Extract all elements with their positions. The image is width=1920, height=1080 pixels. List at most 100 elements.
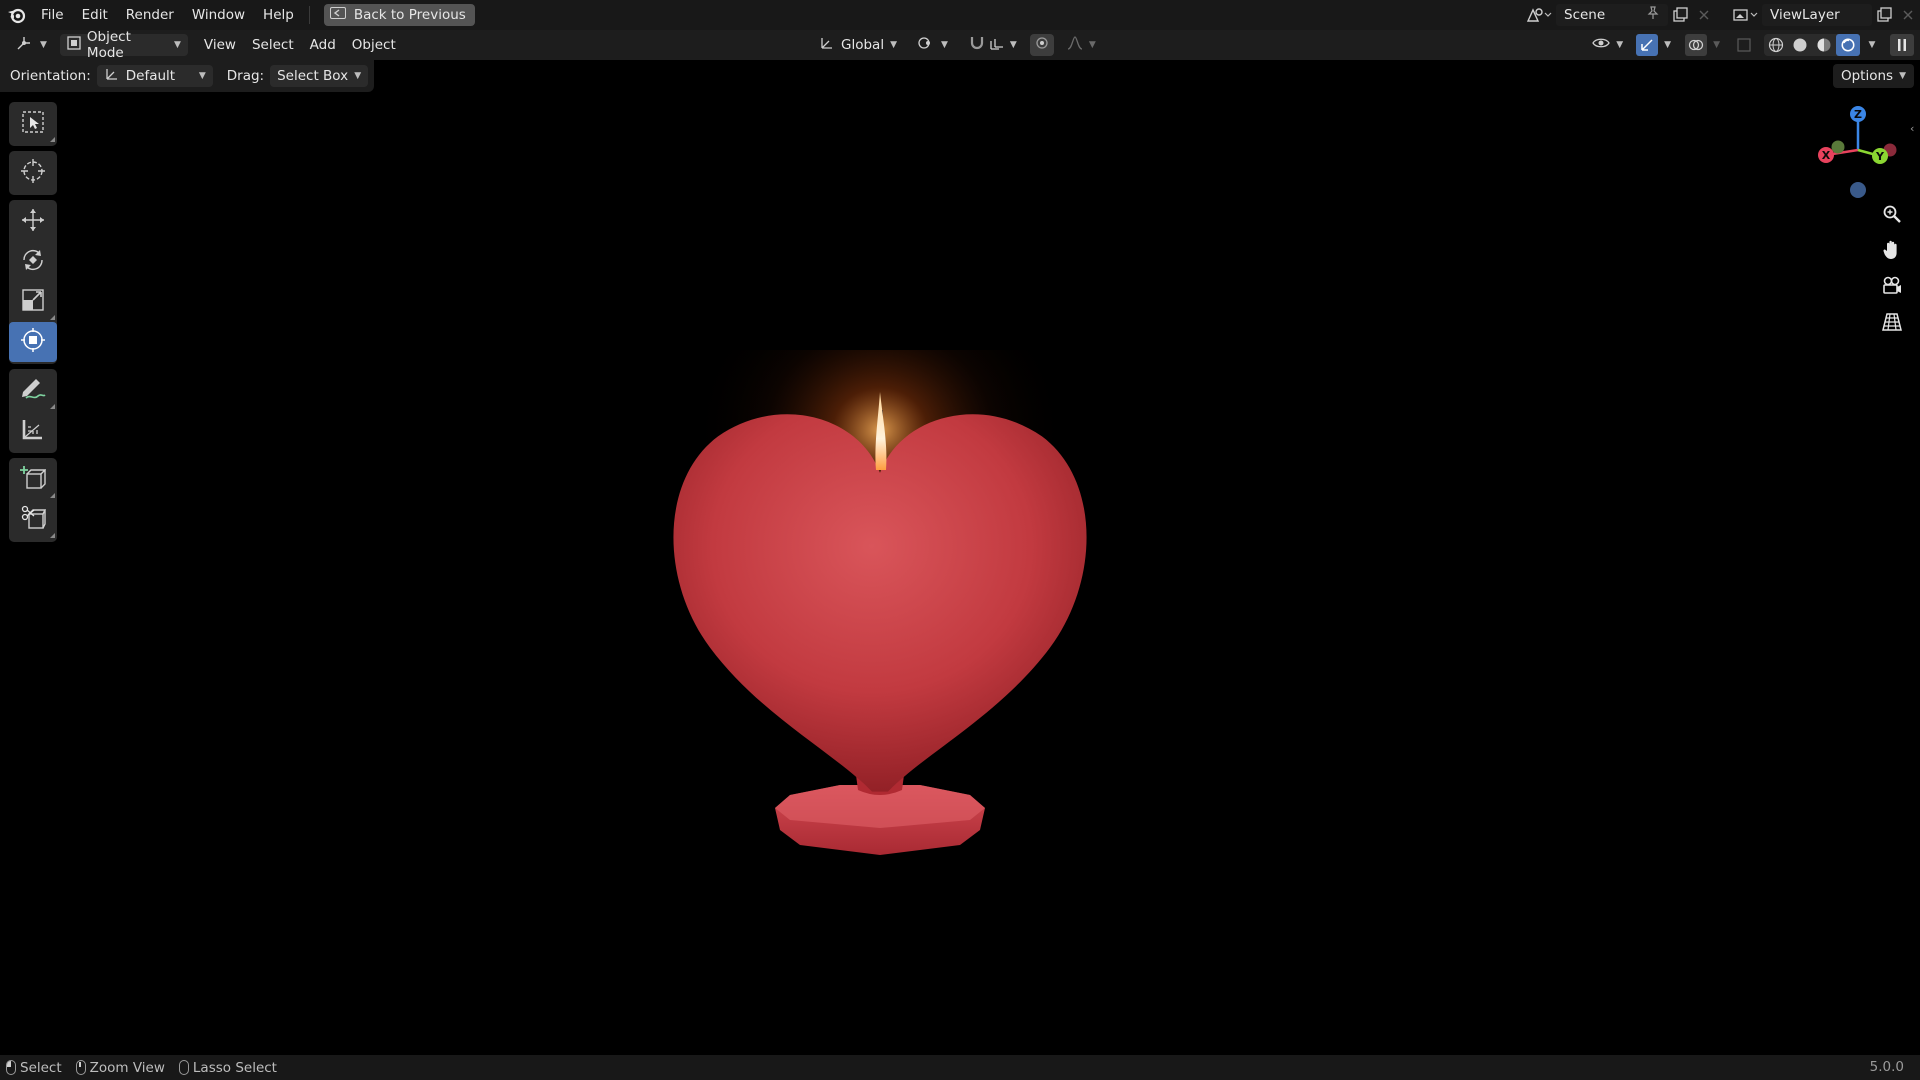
select-box-tool[interactable]: [9, 104, 57, 144]
wireframe-shading-icon[interactable]: [1764, 34, 1788, 56]
proportional-editing-toggle[interactable]: [1029, 34, 1054, 56]
editor-type-dropdown[interactable]: ▼: [9, 34, 54, 56]
blender-logo-icon[interactable]: [2, 0, 32, 30]
zoom-view-button[interactable]: [1876, 200, 1908, 232]
menu-render[interactable]: Render: [117, 0, 183, 30]
proportional-falloff-dropdown[interactable]: ▼: [1060, 34, 1103, 56]
chevron-down-icon: ▼: [174, 40, 181, 50]
scale-tool[interactable]: [9, 282, 57, 322]
3d-viewport[interactable]: [0, 60, 1920, 1055]
status-bar: Select Zoom View Lasso Select 5.0.0: [0, 1055, 1920, 1080]
menu-window[interactable]: Window: [183, 0, 254, 30]
transform-orientation-label: Global: [841, 37, 885, 53]
add-cube-icon: [20, 465, 47, 495]
snap-dropdown[interactable]: ▼: [961, 34, 1024, 56]
cursor-icon: [20, 158, 46, 188]
pin-icon[interactable]: [1646, 6, 1660, 24]
menu-edit[interactable]: Edit: [73, 0, 117, 30]
workspace-controls: Scene ViewLayer: [1522, 0, 1920, 30]
rotate-icon: [20, 247, 46, 277]
navigation-gizmo[interactable]: Z X Y: [1812, 100, 1912, 200]
rendered-shading-icon[interactable]: [1836, 34, 1860, 56]
menu-select[interactable]: Select: [244, 37, 302, 53]
z-axis-handle[interactable]: Z: [1850, 106, 1866, 122]
svg-text:Y: Y: [1875, 150, 1885, 163]
new-view-layer-icon[interactable]: [1872, 4, 1896, 26]
measure-ruler-icon: [21, 417, 45, 445]
x-axis-handle[interactable]: X: [1818, 147, 1834, 163]
chevron-down-icon: ▼: [1009, 40, 1017, 50]
status-lasso-text: Lasso Select: [192, 1059, 277, 1076]
xray-toggle-icon[interactable]: [1732, 34, 1756, 56]
object-mode-label: Object Mode: [86, 29, 131, 61]
tool-group-select: [9, 102, 57, 146]
hand-icon: [1882, 239, 1902, 265]
select-box-icon: [21, 110, 45, 138]
object-mode-dropdown[interactable]: Object Mode ▼: [59, 29, 188, 61]
sidebar-toggle-chevron-icon[interactable]: ‹: [1910, 122, 1914, 135]
chevron-down-icon: ▼: [40, 40, 47, 50]
snap-target-icon: [989, 35, 1007, 55]
perspective-toggle-button[interactable]: [1876, 308, 1908, 340]
object-mode-icon: [67, 36, 81, 54]
scene-type-icon[interactable]: [1522, 4, 1556, 26]
chevron-down-icon: ▼: [890, 40, 897, 50]
back-to-previous-button[interactable]: Back to Previous: [323, 4, 475, 26]
status-hint-lasso: Lasso Select: [178, 1059, 277, 1076]
shading-options-chevron-icon[interactable]: ▼: [1864, 34, 1880, 56]
scene-name-field[interactable]: Scene: [1556, 4, 1668, 26]
y-axis-handle[interactable]: Y: [1872, 148, 1888, 164]
transform-orientation-dropdown[interactable]: Global ▼: [812, 34, 904, 56]
view-layer-name-field[interactable]: ViewLayer: [1762, 4, 1872, 26]
tool-group-cursor: [9, 151, 57, 195]
snap-magnet-icon[interactable]: [968, 35, 986, 55]
delete-scene-icon[interactable]: [1692, 4, 1716, 26]
back-arrow-icon: [329, 7, 346, 23]
status-hint-select: Select: [6, 1060, 62, 1076]
view-layer-name: ViewLayer: [1770, 7, 1840, 23]
svg-text:X: X: [1822, 149, 1831, 162]
neg-z-axis-handle[interactable]: [1850, 182, 1866, 198]
add-cube-tool[interactable]: [9, 460, 57, 500]
pause-render-icon[interactable]: [1890, 34, 1914, 56]
camera-view-button[interactable]: [1876, 272, 1908, 304]
zoom-magnifier-icon: [1882, 204, 1902, 228]
rotate-tool[interactable]: [9, 242, 57, 282]
view-layer-type-icon[interactable]: [1728, 4, 1762, 26]
pivot-point-dropdown[interactable]: ▼: [910, 34, 955, 56]
status-zoom-text: Zoom View: [89, 1059, 165, 1076]
measure-tool[interactable]: [9, 411, 57, 451]
overlays-dropdown[interactable]: ▼: [1683, 34, 1722, 56]
visibility-dropdown[interactable]: ▼: [1585, 34, 1630, 56]
status-hint-zoom: Zoom View: [75, 1059, 165, 1076]
scene-name: Scene: [1564, 7, 1606, 23]
material-preview-shading-icon[interactable]: [1812, 34, 1836, 56]
cursor-tool[interactable]: [9, 153, 57, 193]
move-icon: [20, 207, 46, 237]
gizmos-dropdown[interactable]: ▼: [1634, 34, 1673, 56]
annotate-tool[interactable]: [9, 371, 57, 411]
neg-y-axis-handle[interactable]: [1831, 140, 1845, 154]
menu-add[interactable]: Add: [302, 37, 344, 53]
overlays-icon[interactable]: [1685, 34, 1708, 56]
gizmo-toggle-icon[interactable]: [1636, 34, 1659, 56]
menu-view[interactable]: View: [196, 37, 244, 53]
back-to-previous-label: Back to Previous: [353, 7, 466, 23]
menu-object[interactable]: Object: [344, 37, 404, 53]
new-scene-icon[interactable]: [1668, 4, 1692, 26]
chevron-down-icon: ▼: [1616, 40, 1624, 50]
pan-view-button[interactable]: [1876, 236, 1908, 268]
transform-controls: Global ▼ ▼ ▼ ▼: [812, 34, 1103, 56]
viewport-header: ▼ Object Mode ▼ View Select Add Object G…: [0, 29, 1920, 61]
cut-scissors-icon: [20, 505, 47, 535]
heart-candle-object[interactable]: [640, 350, 1100, 870]
transform-tool[interactable]: [9, 322, 57, 362]
solid-shading-icon[interactable]: [1788, 34, 1812, 56]
delete-view-layer-icon[interactable]: [1896, 4, 1920, 26]
menu-help[interactable]: Help: [254, 0, 303, 30]
move-tool[interactable]: [9, 202, 57, 242]
menu-file[interactable]: File: [32, 0, 73, 30]
chevron-down-icon: ▼: [1713, 40, 1720, 50]
cut-tool[interactable]: [9, 500, 57, 540]
svg-text:Z: Z: [1854, 108, 1862, 121]
